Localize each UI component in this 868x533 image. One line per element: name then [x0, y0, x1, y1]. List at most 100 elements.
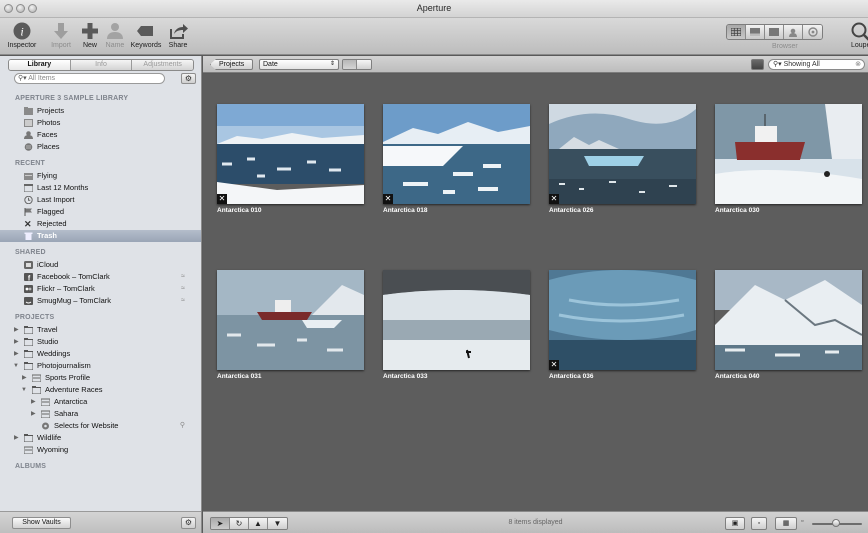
- sidebar-item-adventure-races[interactable]: ▼ Adventure Races: [0, 384, 201, 396]
- disclosure-triangle-icon[interactable]: ▶: [31, 396, 36, 408]
- sidebar-item-antarctica[interactable]: ▶ Antarctica: [0, 396, 201, 408]
- disclosure-open-icon[interactable]: ▼: [21, 384, 27, 396]
- inspector-button[interactable]: i Inspector: [6, 21, 38, 49]
- photo-thumbnail[interactable]: Antarctica 040: [715, 270, 862, 380]
- disclosure-triangle-icon[interactable]: ▶: [31, 408, 36, 420]
- sidebar-item-weddings[interactable]: ▶ Weddings: [0, 348, 201, 360]
- reject-x-icon: ✕: [549, 360, 559, 370]
- overlay-icon: ▫: [757, 520, 761, 527]
- clear-search-icon[interactable]: ⊗: [855, 60, 861, 69]
- loupe-button[interactable]: Loupe: [846, 21, 868, 49]
- photo-browser: ✕ Antarctica 010 ✕ Antarctica 018 ✕ Anta…: [203, 74, 868, 511]
- sidebar-item-smugmug[interactable]: SmugMug – TomClark ≈: [0, 295, 201, 307]
- publishing-status-icon: ≈: [181, 273, 185, 280]
- sort-select[interactable]: Date ⇕: [259, 59, 339, 70]
- metadata-overlay-button[interactable]: ▫: [751, 517, 767, 530]
- tab-library[interactable]: Library: [9, 60, 71, 70]
- section-header-albums: ALBUMS: [15, 463, 47, 470]
- photo-caption: Antarctica 030: [715, 207, 760, 214]
- sidebar-item-wildlife[interactable]: ▶ Wildlife: [0, 432, 201, 444]
- reject-x-icon: ✕: [549, 194, 559, 204]
- browser-header: Projects Date ⇕ ⚲▾ Showing All ⊗: [203, 56, 868, 73]
- new-button[interactable]: New: [79, 21, 101, 49]
- sidebar: Library Info Adjustments ⚲▾ All Items ⚙ …: [0, 56, 202, 533]
- sidebar-item-places[interactable]: Places: [0, 141, 201, 153]
- trash-icon: [24, 232, 33, 240]
- library-search-field[interactable]: ⚲▾ All Items: [14, 73, 165, 84]
- folder-icon: [24, 434, 33, 442]
- grid-icon: [731, 28, 741, 36]
- photo-thumbnail[interactable]: Antarctica 033: [383, 270, 530, 380]
- list-view-button[interactable]: [357, 60, 371, 69]
- chevron-updown-icon: ⇕: [329, 61, 335, 67]
- projects-back-button[interactable]: Projects: [210, 59, 253, 70]
- sidebar-item-flying[interactable]: Flying: [0, 170, 201, 182]
- show-vaults-button[interactable]: Show Vaults: [12, 517, 71, 529]
- name-button[interactable]: Name: [103, 21, 127, 49]
- sidebar-item-wyoming[interactable]: Wyoming: [0, 444, 201, 456]
- share-button[interactable]: Share: [166, 21, 190, 49]
- library-action-gear-button[interactable]: ⚙: [181, 73, 196, 84]
- sidebar-item-studio[interactable]: ▶ Studio: [0, 336, 201, 348]
- slider-knob[interactable]: [832, 519, 840, 527]
- disclosure-triangle-icon[interactable]: ▶: [14, 348, 19, 360]
- sidebar-item-icloud[interactable]: iCloud: [0, 259, 201, 271]
- photo-caption: Antarctica 010: [217, 207, 262, 214]
- keywords-button[interactable]: Keywords: [130, 21, 162, 49]
- folder-icon: [24, 362, 33, 370]
- batch-change-button[interactable]: ▣: [725, 517, 745, 530]
- sidebar-item-facebook[interactable]: f Facebook – TomClark ≈: [0, 271, 201, 283]
- split-view-button[interactable]: [746, 25, 765, 39]
- disclosure-triangle-icon[interactable]: ▶: [22, 372, 27, 384]
- search-icon: ⚲▾: [18, 75, 27, 82]
- sidebar-item-last-12-months[interactable]: Last 12 Months: [0, 182, 201, 194]
- sidebar-item-flagged[interactable]: Flagged: [0, 206, 201, 218]
- project-icon: [41, 410, 50, 418]
- sidebar-item-flickr[interactable]: Flickr – TomClark ≈: [0, 283, 201, 295]
- sidebar-item-photojournalism[interactable]: ▼ Photojournalism: [0, 360, 201, 372]
- photo-stack-icon: ▣: [731, 520, 739, 527]
- info-icon: i: [13, 22, 31, 40]
- photo-thumbnail[interactable]: Antarctica 030: [715, 104, 862, 214]
- filter-hud-button[interactable]: [751, 59, 764, 70]
- sidebar-item-sahara[interactable]: ▶ Sahara: [0, 408, 201, 420]
- calendar-icon: [24, 184, 33, 192]
- tab-info[interactable]: Info: [70, 60, 133, 70]
- flag-icon: [24, 208, 32, 216]
- sidebar-item-selects-for-website[interactable]: Selects for Website ⚲: [0, 420, 201, 432]
- thumbnail-size-slider[interactable]: [812, 519, 862, 527]
- photo-thumbnail[interactable]: ✕ Antarctica 036: [549, 270, 696, 380]
- sidebar-footer-gear-button[interactable]: ⚙: [181, 517, 196, 529]
- sidebar-item-sports-profile[interactable]: ▶ Sports Profile: [0, 372, 201, 384]
- sidebar-item-travel[interactable]: ▶ Travel: [0, 324, 201, 336]
- thumbnail-view-button[interactable]: [343, 60, 357, 69]
- disclosure-open-icon[interactable]: ▼: [13, 360, 19, 372]
- sidebar-item-faces[interactable]: Faces: [0, 129, 201, 141]
- antarctica-photo: [383, 270, 530, 370]
- import-button[interactable]: Import: [47, 21, 75, 49]
- disclosure-triangle-icon[interactable]: ▶: [14, 432, 19, 444]
- disclosure-triangle-icon[interactable]: ▶: [14, 336, 19, 348]
- faces-view-button[interactable]: [784, 25, 803, 39]
- filter-search-field[interactable]: ⚲▾ Showing All ⊗: [768, 59, 865, 70]
- viewer-button[interactable]: [765, 25, 784, 39]
- tab-adjustments[interactable]: Adjustments: [132, 60, 193, 70]
- project-icon: [24, 173, 33, 180]
- photo-thumbnail[interactable]: ✕ Antarctica 026: [549, 104, 696, 214]
- loupe-icon: [851, 22, 868, 41]
- sidebar-item-trash[interactable]: Trash: [0, 230, 201, 242]
- photo-caption: Antarctica 040: [715, 373, 760, 380]
- grid-view-button[interactable]: [727, 25, 746, 39]
- places-view-button[interactable]: [803, 25, 822, 39]
- disclosure-triangle-icon[interactable]: ▶: [14, 324, 19, 336]
- antarctica-photo: [549, 104, 696, 204]
- sidebar-item-projects[interactable]: Projects: [0, 105, 201, 117]
- photo-thumbnail[interactable]: ✕ Antarctica 010: [217, 104, 364, 214]
- sidebar-item-rejected[interactable]: ✕ Rejected: [0, 218, 201, 230]
- photo-thumbnail[interactable]: Antarctica 031: [217, 270, 364, 380]
- photo-thumbnail[interactable]: ✕ Antarctica 018: [383, 104, 530, 214]
- sidebar-item-photos[interactable]: Photos: [0, 117, 201, 129]
- items-count: 8 items displayed: [508, 519, 563, 526]
- sidebar-item-last-import[interactable]: Last Import: [0, 194, 201, 206]
- filmstrip-toggle-button[interactable]: ▦: [775, 517, 797, 530]
